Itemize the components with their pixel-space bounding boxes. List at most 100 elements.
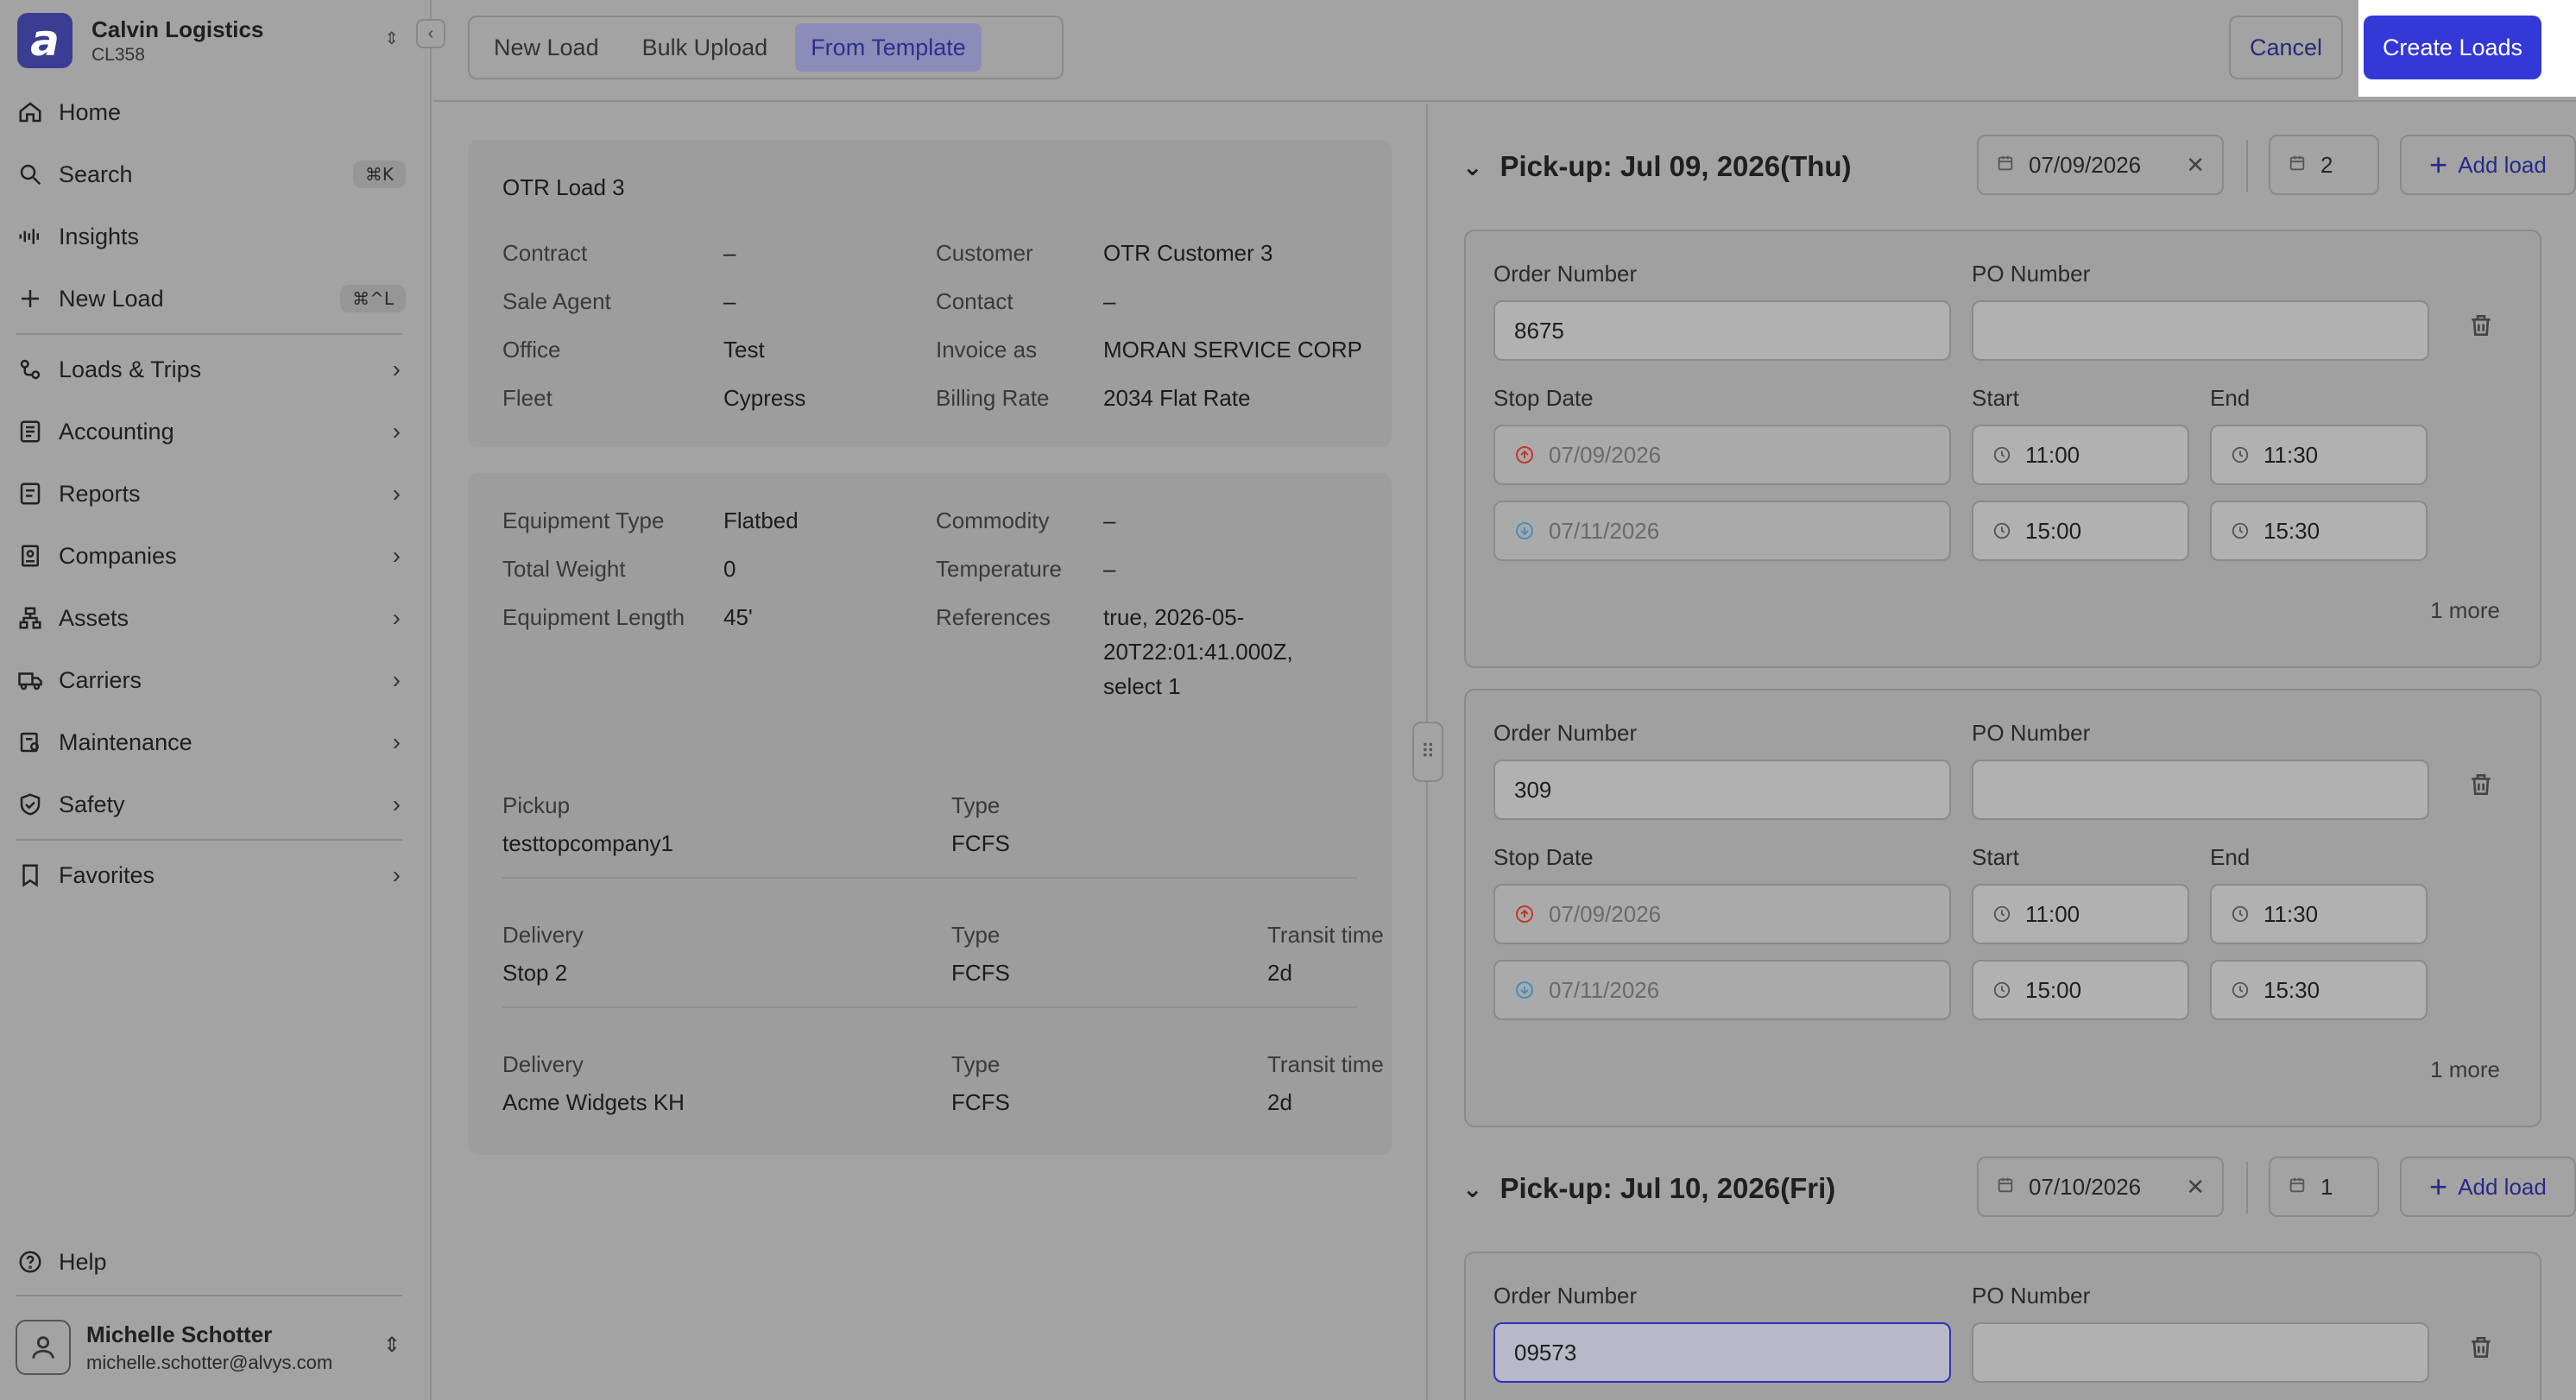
chevron-right-icon: › xyxy=(392,791,401,817)
more-stops-link[interactable]: 1 more xyxy=(2430,1056,2500,1083)
delivery-arrow-icon xyxy=(1514,980,1535,1000)
chevron-down-icon: ⌄ xyxy=(1462,153,1483,180)
top-bar: New Load Bulk Upload From Template Cance… xyxy=(433,0,2576,102)
pickup-arrow-icon xyxy=(1514,904,1535,924)
stop-date-input[interactable]: 07/09/2026 xyxy=(1493,884,1951,944)
end-time-input[interactable]: 11:30 xyxy=(2210,425,2428,485)
load-count-input[interactable]: 2 xyxy=(2269,135,2379,195)
user-menu[interactable]: Michelle Schotter michelle.schotter@alvy… xyxy=(16,1315,413,1379)
trash-icon[interactable] xyxy=(2467,311,2495,347)
sidebar-item-reports[interactable]: Reports › xyxy=(16,468,406,520)
end-time-input[interactable]: 15:30 xyxy=(2210,501,2428,561)
pickup-group-toggle[interactable]: ⌄ Pick-up: Jul 10, 2026(Fri) xyxy=(1462,1172,1835,1205)
start-time-input[interactable]: 11:00 xyxy=(1972,884,2189,944)
sidebar-item-search[interactable]: Search ⌘K xyxy=(16,148,406,200)
transit-time-value: 2d xyxy=(1267,960,1292,986)
load-count-input[interactable]: 1 xyxy=(2269,1157,2379,1217)
po-number-label: PO Number xyxy=(1972,261,2091,287)
order-card: Order Number 8675 PO Number Stop Date St… xyxy=(1464,230,2541,668)
stop-name: testtopcompany1 xyxy=(502,830,674,856)
stop-date-input[interactable]: 07/11/2026 xyxy=(1493,960,1951,1020)
po-number-input[interactable] xyxy=(1972,300,2429,361)
calendar-icon xyxy=(1996,152,2015,179)
sale-agent-value: – xyxy=(723,288,736,314)
pickup-date-picker[interactable]: 07/10/2026 ✕ xyxy=(1977,1157,2224,1217)
clear-date-icon[interactable]: ✕ xyxy=(2186,152,2205,179)
shield-icon xyxy=(16,790,45,819)
equipment-length-value: 45' xyxy=(723,604,753,630)
stop-date-input[interactable]: 07/11/2026 xyxy=(1493,501,1951,561)
tab-from-template[interactable]: From Template xyxy=(795,23,982,72)
sidebar-item-maintenance[interactable]: Maintenance › xyxy=(16,716,406,768)
pickup-group-title: Pick-up: Jul 09, 2026(Thu) xyxy=(1500,150,1852,182)
po-number-input[interactable] xyxy=(1972,1322,2429,1383)
create-loads-button[interactable]: Create Loads xyxy=(2364,16,2541,79)
company-icon xyxy=(16,541,45,571)
pickup-group-header: ⌄ Pick-up: Jul 10, 2026(Fri) 07/10/2026 ✕… xyxy=(1462,1157,2576,1220)
trash-icon[interactable] xyxy=(2467,770,2495,806)
more-stops-link[interactable]: 1 more xyxy=(2430,597,2500,624)
pickup-date-picker[interactable]: 07/09/2026 ✕ xyxy=(1977,135,2224,195)
chevron-up-down-icon: ⇕ xyxy=(384,29,399,48)
sidebar-item-label: Accounting xyxy=(59,418,174,445)
stop-type-label: Type xyxy=(951,1051,1001,1077)
add-load-button[interactable]: + Add load xyxy=(2400,1157,2576,1217)
references-value-line3: select 1 xyxy=(1103,673,1181,699)
sale-agent-label: Sale Agent xyxy=(502,288,611,314)
sidebar-item-label: Loads & Trips xyxy=(59,356,202,382)
stop-date-label: Stop Date xyxy=(1493,844,1594,870)
start-time-input[interactable]: 11:00 xyxy=(1972,425,2189,485)
tab-bulk-upload[interactable]: Bulk Upload xyxy=(627,23,784,72)
end-time-input[interactable]: 11:30 xyxy=(2210,884,2428,944)
customer-value: OTR Customer 3 xyxy=(1103,240,1273,266)
sidebar-item-insights[interactable]: Insights xyxy=(16,211,406,262)
sidebar-item-companies[interactable]: Companies › xyxy=(16,530,406,582)
office-label: Office xyxy=(502,337,561,363)
pickup-group-toggle[interactable]: ⌄ Pick-up: Jul 09, 2026(Thu) xyxy=(1462,150,1852,183)
delivery-arrow-icon xyxy=(1514,520,1535,541)
clock-icon xyxy=(1992,905,2011,924)
po-number-input[interactable] xyxy=(1972,760,2429,820)
collapse-sidebar-button[interactable]: ‹ xyxy=(416,19,445,48)
order-number-input[interactable]: 09573 xyxy=(1493,1322,1951,1383)
org-name: Calvin Logistics xyxy=(92,16,264,42)
stop-kind: Delivery xyxy=(502,922,584,948)
clear-date-icon[interactable]: ✕ xyxy=(2186,1174,2205,1201)
trash-icon[interactable] xyxy=(2467,1333,2495,1369)
cancel-button[interactable]: Cancel xyxy=(2229,16,2343,79)
resize-handle[interactable]: ⠿ xyxy=(1412,722,1443,782)
sidebar-item-carriers[interactable]: Carriers › xyxy=(16,654,406,706)
org-switcher[interactable]: a Calvin Logistics CL358 ⇕ xyxy=(17,12,414,69)
order-number-input[interactable]: 309 xyxy=(1493,760,1951,820)
commodity-label: Commodity xyxy=(936,508,1050,533)
order-number-input[interactable]: 8675 xyxy=(1493,300,1951,361)
chevron-right-icon: › xyxy=(392,861,401,888)
sidebar-item-new-load[interactable]: New Load ⌘^L xyxy=(16,273,406,325)
start-time-value: 15:00 xyxy=(2025,976,2082,1003)
pickup-group-header: ⌄ Pick-up: Jul 09, 2026(Thu) 07/09/2026 ✕… xyxy=(1462,135,2576,199)
sidebar-item-accounting[interactable]: Accounting › xyxy=(16,406,406,457)
sidebar-item-loads-trips[interactable]: Loads & Trips › xyxy=(16,344,406,395)
chevron-left-icon: ‹ xyxy=(427,23,434,43)
contract-value: – xyxy=(723,240,736,266)
tab-new-load[interactable]: New Load xyxy=(478,23,615,72)
sidebar-item-home[interactable]: Home xyxy=(16,86,406,138)
stop-date-input[interactable]: 07/09/2026 xyxy=(1493,425,1951,485)
add-load-button[interactable]: + Add load xyxy=(2400,135,2576,195)
sidebar-item-label: New Load xyxy=(59,285,164,312)
sidebar-item-safety[interactable]: Safety › xyxy=(16,779,406,830)
end-time-input[interactable]: 15:30 xyxy=(2210,960,2428,1020)
clock-icon xyxy=(1992,445,2011,464)
commodity-value: – xyxy=(1103,508,1116,533)
home-icon xyxy=(16,98,45,127)
sidebar-item-label: Carriers xyxy=(59,666,142,693)
sidebar-item-assets[interactable]: Assets › xyxy=(16,592,406,644)
shortcut-badge: ⌘^L xyxy=(340,285,406,312)
chevron-down-icon: ⌄ xyxy=(1462,1175,1483,1202)
stop-date-value: 07/11/2026 xyxy=(1549,517,1660,544)
stops-card: Pickup testtopcompany1 Type FCFS Deliver… xyxy=(468,758,1392,1155)
sidebar-item-help[interactable]: Help xyxy=(16,1236,406,1288)
start-time-input[interactable]: 15:00 xyxy=(1972,960,2189,1020)
start-time-input[interactable]: 15:00 xyxy=(1972,501,2189,561)
sidebar-item-favorites[interactable]: Favorites › xyxy=(16,849,406,901)
